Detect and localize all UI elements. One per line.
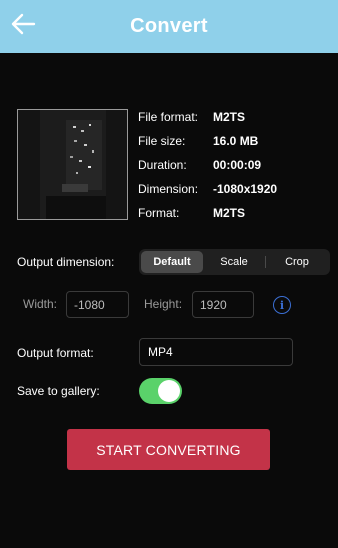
arrow-left-icon [11, 13, 36, 35]
duration-label: Duration: [138, 158, 187, 172]
file-size-label: File size: [138, 134, 186, 148]
output-dimension-selector: Default Scale Crop [139, 249, 330, 275]
output-format-value: MP4 [148, 345, 173, 359]
duration-row: Duration: 00:00:09 [138, 156, 333, 174]
height-label: Height: [144, 297, 183, 311]
format-value: M2TS [213, 206, 246, 220]
file-format-row: File format: M2TS [138, 108, 333, 126]
width-label: Width: [23, 297, 58, 311]
toggle-knob [158, 380, 180, 402]
back-button[interactable] [8, 11, 38, 37]
output-format-select[interactable]: MP4 [139, 338, 293, 366]
save-to-gallery-label: Save to gallery: [17, 384, 100, 398]
convert-panel: File format: M2TS File size: 16.0 MB Dur… [0, 53, 338, 548]
format-row: Format: M2TS [138, 204, 333, 222]
width-input[interactable] [66, 291, 129, 318]
dimension-row: Dimension: -1080x1920 [138, 180, 333, 198]
start-converting-button[interactable]: START CONVERTING [67, 429, 270, 470]
segment-scale[interactable]: Scale [203, 251, 265, 273]
dimension-label: Dimension: [138, 182, 199, 196]
dimension-value: -1080x1920 [213, 182, 278, 196]
format-label: Format: [138, 206, 180, 220]
info-icon[interactable]: i [273, 296, 291, 314]
duration-value: 00:00:09 [213, 158, 262, 172]
file-format-label: File format: [138, 110, 199, 124]
output-dimension-label: Output dimension: [17, 255, 115, 269]
segment-crop[interactable]: Crop [266, 251, 328, 273]
segment-default[interactable]: Default [141, 251, 203, 273]
file-size-value: 16.0 MB [213, 134, 259, 148]
output-format-label: Output format: [17, 346, 94, 360]
save-to-gallery-toggle[interactable] [139, 378, 182, 404]
height-input[interactable] [192, 291, 254, 318]
page-title: Convert [130, 15, 208, 37]
file-format-value: M2TS [213, 110, 246, 124]
video-thumbnail [17, 109, 128, 220]
file-size-row: File size: 16.0 MB [138, 132, 333, 150]
app-header: Convert [0, 0, 338, 53]
